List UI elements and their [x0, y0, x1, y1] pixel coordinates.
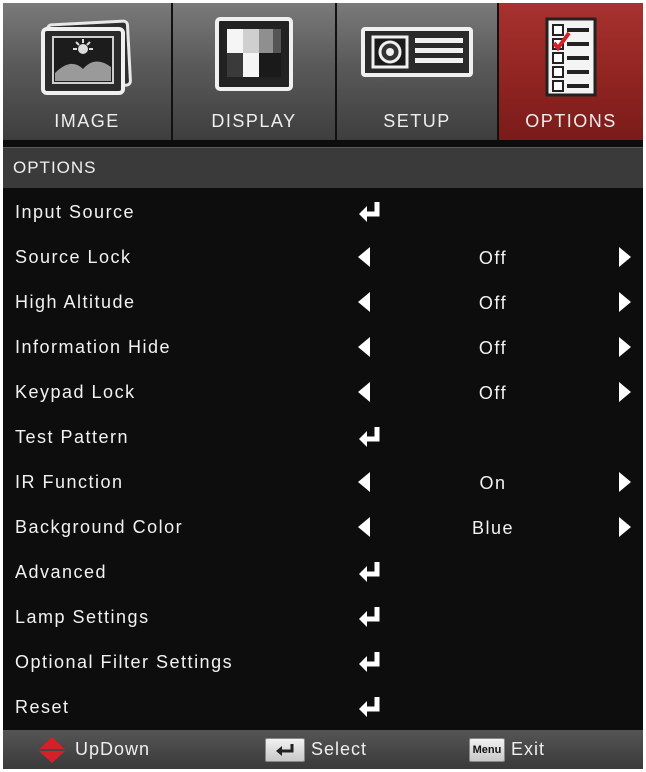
tab-display[interactable]: DISPLAY	[173, 3, 337, 140]
updown-arrows-icon	[39, 736, 65, 763]
menu-tabs: IMAGE DISPLAY SETUP OPTIONS	[3, 3, 643, 140]
image-icon	[41, 19, 132, 95]
section-title: OPTIONS	[13, 158, 97, 177]
row-value: Off	[478, 293, 508, 313]
footer-select-label: Select	[311, 739, 368, 759]
row-label: High Altitude	[15, 292, 136, 312]
footer-select: Select	[265, 730, 367, 769]
arrow-left-icon[interactable]	[358, 337, 370, 357]
section-header: OPTIONS	[3, 147, 643, 188]
row-high-altitude[interactable]: High Altitude Off	[3, 280, 643, 325]
row-value: Off	[478, 383, 508, 403]
row-advanced[interactable]: Advanced	[3, 550, 643, 595]
row-source-lock[interactable]: Source Lock Off	[3, 235, 643, 280]
row-lamp-settings[interactable]: Lamp Settings	[3, 595, 643, 640]
row-label: Keypad Lock	[15, 382, 136, 402]
row-optional-filter-settings[interactable]: Optional Filter Settings	[3, 640, 643, 685]
row-label: Background Color	[15, 517, 184, 537]
enter-icon[interactable]	[357, 560, 383, 584]
tab-label-image: IMAGE	[54, 111, 120, 131]
display-icon	[215, 17, 293, 91]
row-value: On	[479, 473, 507, 493]
tab-image[interactable]: IMAGE	[3, 3, 173, 140]
enter-icon[interactable]	[357, 695, 383, 719]
options-checklist-icon	[545, 17, 597, 97]
row-information-hide[interactable]: Information Hide Off	[3, 325, 643, 370]
arrow-left-icon[interactable]	[358, 382, 370, 402]
enter-icon[interactable]	[357, 425, 383, 449]
row-label: Input Source	[15, 202, 136, 222]
row-reset[interactable]: Reset	[3, 685, 643, 730]
tab-label-setup: SETUP	[383, 111, 451, 131]
footer-updown: UpDown	[37, 730, 150, 769]
enter-icon[interactable]	[357, 650, 383, 674]
tab-label-display: DISPLAY	[211, 111, 297, 131]
row-label: Lamp Settings	[15, 607, 150, 627]
arrow-right-icon[interactable]	[619, 292, 631, 312]
arrow-left-icon[interactable]	[358, 247, 370, 267]
arrow-right-icon[interactable]	[619, 517, 631, 537]
footer-exit-label: Exit	[511, 739, 546, 759]
row-value: Off	[478, 338, 508, 358]
arrow-left-icon[interactable]	[358, 292, 370, 312]
row-label: Information Hide	[15, 337, 172, 357]
enter-icon[interactable]	[357, 200, 383, 224]
row-label: Optional Filter Settings	[15, 652, 234, 672]
arrow-right-icon[interactable]	[619, 247, 631, 267]
row-label: Source Lock	[15, 247, 132, 267]
options-menu-window: IMAGE DISPLAY SETUP OPTIONS OPTIONS Inpu…	[3, 3, 643, 769]
row-background-color[interactable]: Background Color Blue	[3, 505, 643, 550]
footer-exit: Menu Exit	[469, 730, 545, 769]
row-label: IR Function	[15, 472, 124, 492]
row-ir-function[interactable]: IR Function On	[3, 460, 643, 505]
tab-label-options: OPTIONS	[525, 111, 617, 131]
row-value: Off	[478, 248, 508, 268]
footer-updown-label: UpDown	[75, 739, 151, 759]
menu-key-icon: Menu	[469, 737, 505, 762]
arrow-right-icon[interactable]	[619, 472, 631, 492]
arrow-left-icon[interactable]	[358, 517, 370, 537]
row-input-source[interactable]: Input Source	[3, 190, 643, 235]
row-keypad-lock[interactable]: Keypad Lock Off	[3, 370, 643, 415]
row-label: Reset	[15, 697, 70, 717]
footer-help-bar: UpDown Select Menu Exit	[3, 730, 643, 769]
tab-setup[interactable]: SETUP	[337, 3, 499, 140]
row-label: Advanced	[15, 562, 108, 582]
arrow-right-icon[interactable]	[619, 382, 631, 402]
enter-icon[interactable]	[357, 605, 383, 629]
options-list: Input Source Source Lock Off High Altitu…	[3, 190, 643, 730]
enter-key-icon	[265, 737, 305, 762]
tab-options[interactable]: OPTIONS	[499, 3, 643, 140]
row-value: Blue	[471, 518, 515, 538]
arrow-left-icon[interactable]	[358, 472, 370, 492]
arrow-right-icon[interactable]	[619, 337, 631, 357]
row-test-pattern[interactable]: Test Pattern	[3, 415, 643, 460]
setup-projector-icon	[361, 27, 473, 77]
row-label: Test Pattern	[15, 427, 130, 447]
